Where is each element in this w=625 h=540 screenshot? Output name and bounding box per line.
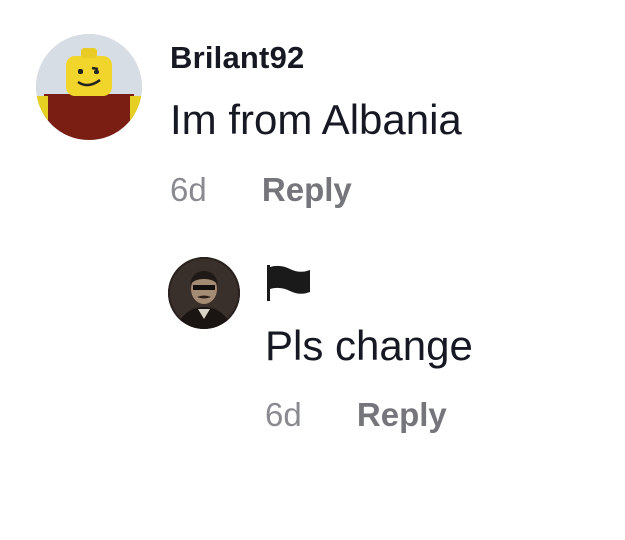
avatar[interactable] bbox=[36, 34, 142, 140]
comment-text: Im from Albania bbox=[170, 96, 462, 143]
comment-username[interactable]: Brilant92 bbox=[170, 40, 304, 76]
reply-avatar[interactable] bbox=[168, 257, 240, 329]
portrait-avatar-icon bbox=[168, 257, 240, 329]
reply-to-reply-button[interactable]: Reply bbox=[357, 396, 447, 434]
comment-timestamp: 6d bbox=[170, 171, 207, 208]
comment-meta: 6d Reply bbox=[170, 171, 352, 209]
reply-meta: 6d Reply bbox=[265, 396, 447, 434]
black-flag-icon bbox=[267, 265, 310, 301]
reply-timestamp: 6d bbox=[265, 396, 302, 433]
reply-button[interactable]: Reply bbox=[262, 171, 352, 209]
roblox-avatar-icon bbox=[36, 34, 142, 140]
reply-text: Pls change bbox=[265, 322, 473, 369]
